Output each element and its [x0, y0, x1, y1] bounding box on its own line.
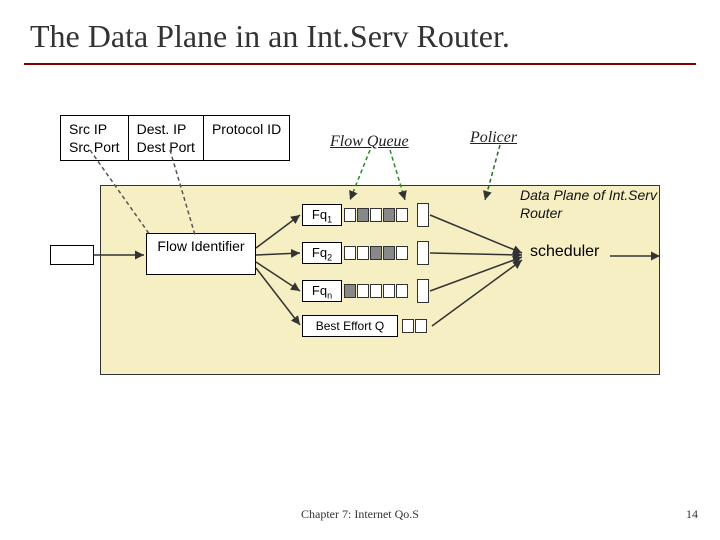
queue-fqn: Fqn [302, 279, 429, 311]
fq2-slots [344, 246, 409, 260]
diagram-area: Src IP Src Port Dest. IP Dest Port Proto… [0, 85, 720, 465]
slide-title: The Data Plane in an Int.Serv Router. [0, 0, 720, 63]
dest-ip-label: Dest. IP [137, 121, 187, 137]
best-effort-slots [402, 319, 428, 333]
src-ip-label: Src IP [69, 121, 107, 137]
packet-header-box: Src IP Src Port Dest. IP Dest Port Proto… [60, 115, 290, 161]
header-protocol-cell: Protocol ID [204, 116, 289, 160]
fq2-label: Fq2 [302, 242, 342, 264]
fqn-label: Fqn [302, 280, 342, 302]
queue-fq2: Fq2 [302, 241, 429, 273]
header-dest-cell: Dest. IP Dest Port [129, 116, 204, 160]
best-effort-label: Best Effort Q [302, 315, 398, 337]
title-underline [24, 63, 696, 65]
queue-fq1: Fq1 [302, 203, 429, 235]
protocol-id-label: Protocol ID [212, 121, 281, 137]
footer-page-number: 14 [686, 507, 698, 522]
fq1-label: Fq1 [302, 204, 342, 226]
fqn-slots [344, 284, 409, 298]
fqn-policer [417, 279, 429, 303]
footer-chapter: Chapter 7: Internet Qo.S [0, 507, 720, 522]
fq1-policer [417, 203, 429, 227]
flow-identifier-box: Flow Identifier [146, 233, 256, 275]
fq1-slots [344, 208, 409, 222]
flow-queue-label: Flow Queue [330, 133, 409, 151]
src-port-label: Src Port [69, 139, 120, 155]
scheduler-label: scheduler [530, 243, 599, 261]
input-packet-box [50, 245, 94, 265]
flow-identifier-text: Flow Identifier [157, 238, 244, 254]
dest-port-label: Dest Port [137, 139, 195, 155]
header-src-cell: Src IP Src Port [61, 116, 129, 160]
policer-label: Policer [470, 129, 517, 147]
best-effort-queue: Best Effort Q [302, 315, 428, 337]
data-plane-label: Data Plane of Int.Serv Router [520, 187, 670, 222]
fq2-policer [417, 241, 429, 265]
